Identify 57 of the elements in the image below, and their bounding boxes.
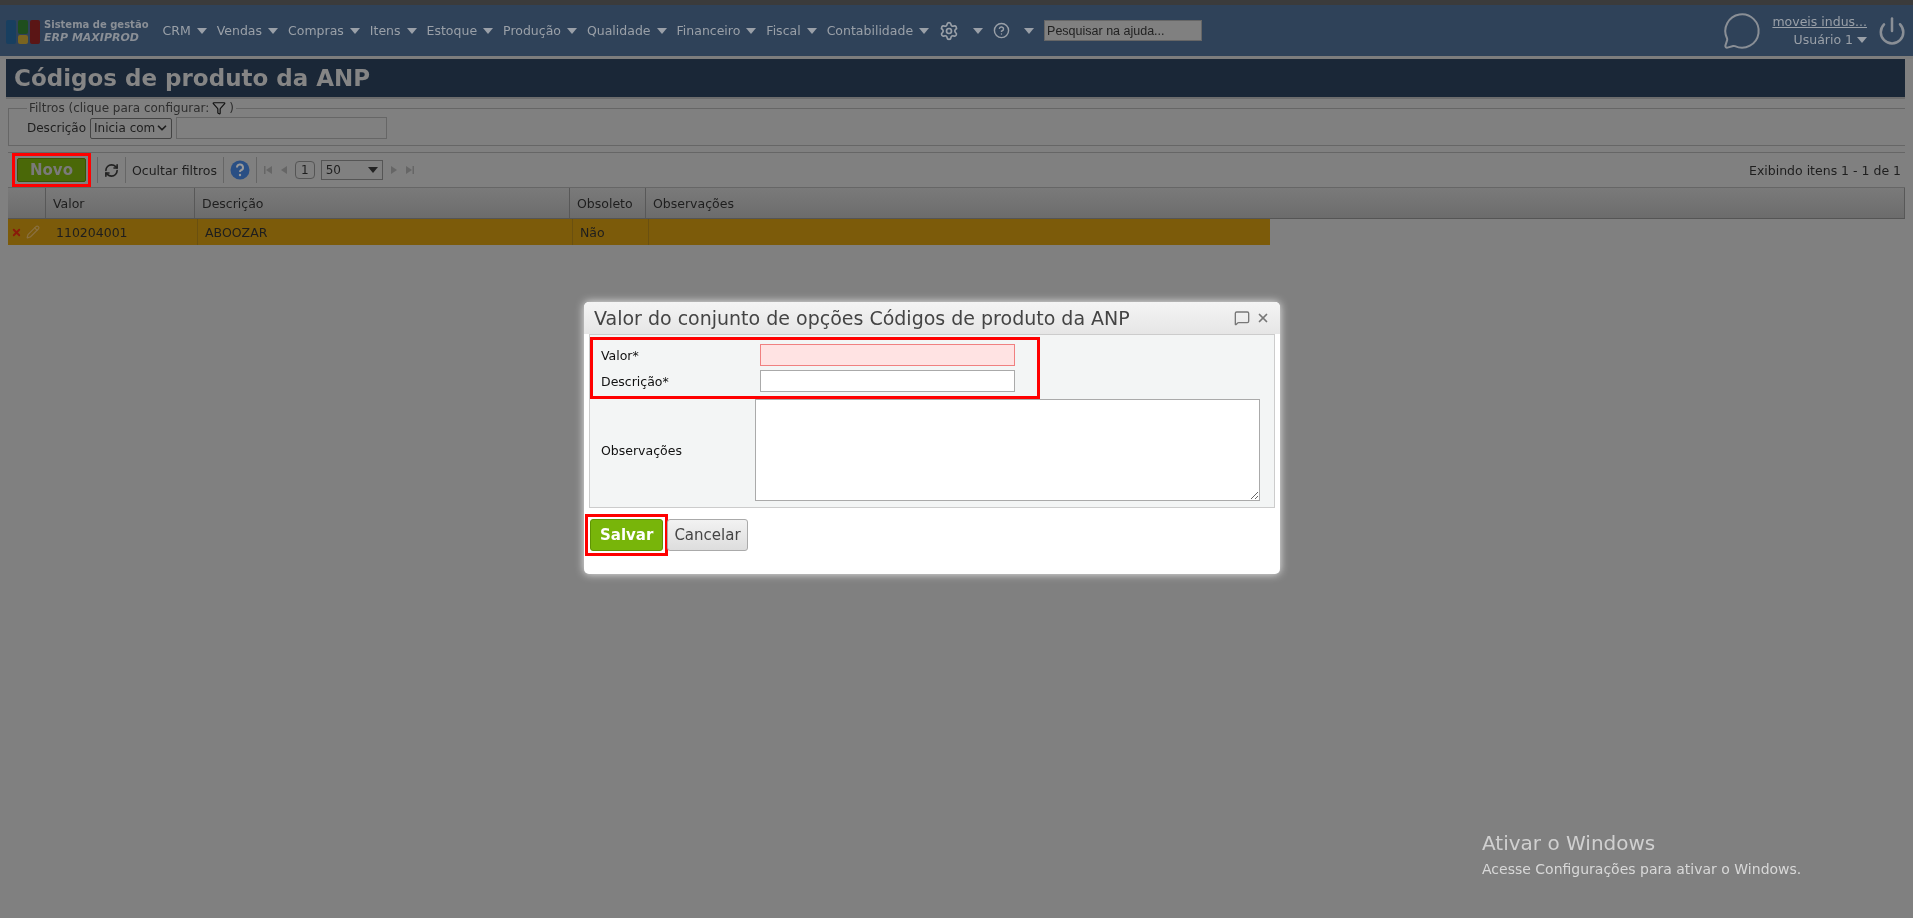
help-search-field[interactable]: Pesquisar na ajuda...: [1044, 20, 1203, 41]
activation-text: Acesse Configurações para ativar o Windows.: [1482, 861, 1802, 877]
refresh-icon[interactable]: [103, 162, 119, 178]
column-header[interactable]: Descrição: [195, 188, 570, 218]
save-button[interactable]: Salvar: [590, 519, 664, 551]
help-icon[interactable]: [230, 160, 250, 180]
field-label: Observações: [600, 442, 683, 458]
logo-subtitle: Sistema de gestão: [44, 17, 149, 31]
menu-item[interactable]: Contabilidade: [826, 23, 930, 38]
settings-icon[interactable]: [939, 20, 960, 41]
field-label: Valor*: [600, 347, 640, 363]
comment-icon[interactable]: [1234, 310, 1250, 326]
notes-field[interactable]: [755, 399, 1260, 501]
help-icon[interactable]: [993, 22, 1011, 39]
menu-item[interactable]: Estoque: [426, 23, 494, 38]
power-icon[interactable]: [1877, 15, 1907, 46]
table-cell: Não: [573, 219, 649, 245]
table-row[interactable]: 110204001 ABOOZAR Não: [8, 219, 1270, 245]
page-number[interactable]: 1: [295, 161, 315, 179]
menu-item[interactable]: Financeiro: [676, 23, 757, 38]
column-header[interactable]: Observações: [646, 188, 1905, 218]
menu-item[interactable]: Produção: [503, 23, 577, 38]
menu-item[interactable]: CRM: [162, 23, 207, 38]
text-field[interactable]: [760, 370, 1015, 392]
table-cell: 110204001: [49, 219, 198, 245]
menu-item[interactable]: Vendas: [216, 23, 279, 38]
close-icon[interactable]: [1256, 311, 1270, 325]
caret-icon: [367, 167, 378, 173]
user-menu[interactable]: Usuário 1: [1793, 32, 1867, 47]
company-link[interactable]: moveis indus...: [1772, 14, 1867, 29]
caret-icon[interactable]: [1024, 27, 1035, 34]
activation-title: Ativar o Windows: [1482, 831, 1657, 855]
caret-icon[interactable]: [973, 27, 984, 34]
table-cell: ABOOZAR: [198, 219, 573, 245]
column-header[interactable]: Valor: [46, 188, 195, 218]
hide-filters-button[interactable]: Ocultar filtros: [131, 162, 217, 178]
filter-input[interactable]: [176, 117, 388, 139]
column-header[interactable]: Obsoleto: [570, 188, 646, 218]
menu-item[interactable]: Fiscal: [766, 23, 817, 38]
chat-bubble-icon[interactable]: [1722, 10, 1763, 51]
page-size-select[interactable]: 50: [320, 160, 383, 180]
delete-icon[interactable]: [11, 226, 22, 238]
cancel-button[interactable]: Cancelar: [667, 519, 748, 551]
dialog-title: Valor do conjunto de opções Códigos de produto da ANP: [594, 307, 1131, 329]
field-label: Descrição*: [600, 373, 670, 389]
text-field[interactable]: [760, 344, 1015, 366]
page-title: Códigos de produto da ANP: [14, 65, 371, 91]
filter-label: Descrição: [27, 121, 87, 135]
menu-item[interactable]: Qualidade: [586, 23, 667, 38]
logo-title: ERP MAXIPROD: [44, 30, 140, 44]
operator-select[interactable]: Inicia com: [90, 117, 173, 139]
items-summary: Exibindo itens 1 - 1 de 1: [1749, 162, 1901, 178]
menu-item[interactable]: Itens: [369, 23, 417, 38]
filters-legend[interactable]: Filtros (clique para configurar:: [29, 101, 210, 115]
menu-item[interactable]: Compras: [288, 23, 360, 38]
legend-bracket: ): [229, 101, 234, 115]
filter-icon[interactable]: [212, 101, 227, 115]
